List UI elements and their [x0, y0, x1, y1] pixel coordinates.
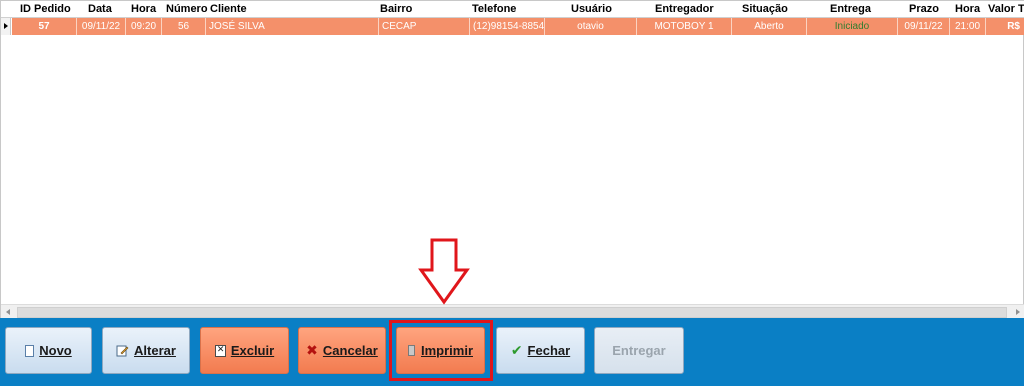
- col-header-telefone[interactable]: Telefone: [472, 1, 532, 18]
- cell-data[interactable]: 09/11/22: [77, 18, 126, 35]
- grid-header: ID Pedido Data Hora Número Cliente Bairr…: [1, 1, 1024, 18]
- entregar-label: Entregar: [612, 343, 666, 358]
- col-header-usuario[interactable]: Usuário: [571, 1, 621, 18]
- cancelar-label: Cancelar: [322, 343, 378, 358]
- row-pointer-icon: [4, 23, 8, 29]
- cell-situacao[interactable]: Aberto: [732, 18, 807, 35]
- cell-cliente[interactable]: JOSÉ SILVA: [206, 18, 379, 35]
- bottom-toolbar: Novo Alterar Excluir ✖ Cancelar Imprimir…: [0, 318, 1024, 386]
- col-header-numero[interactable]: Número: [166, 1, 208, 18]
- cell-hora[interactable]: 09:20: [126, 18, 162, 35]
- check-icon: ✔: [510, 342, 523, 358]
- delete-document-icon: [214, 344, 226, 357]
- row-indicator: [1, 18, 11, 35]
- cell-numero[interactable]: 56: [162, 18, 206, 35]
- col-header-data[interactable]: Data: [88, 1, 118, 18]
- cell-telefone[interactable]: (12)98154-8854: [470, 18, 545, 35]
- col-header-id-pedido[interactable]: ID Pedido: [20, 1, 74, 18]
- col-header-prazo[interactable]: Prazo: [909, 1, 949, 18]
- entregar-button[interactable]: Entregar: [594, 327, 684, 374]
- fechar-label: Fechar: [527, 343, 571, 358]
- fechar-button[interactable]: ✔ Fechar: [496, 327, 585, 374]
- cell-hora-prazo[interactable]: 21:00: [950, 18, 986, 35]
- col-header-bairro[interactable]: Bairro: [380, 1, 440, 18]
- x-icon: ✖: [306, 342, 318, 358]
- col-header-valor[interactable]: Valor T: [988, 1, 1024, 18]
- col-header-entrega[interactable]: Entrega: [830, 1, 880, 18]
- col-header-entregador[interactable]: Entregador: [655, 1, 725, 18]
- table-row[interactable]: 57 09/11/22 09:20 56 JOSÉ SILVA CECAP (1…: [1, 18, 1024, 35]
- cell-valor[interactable]: R$: [986, 18, 1024, 35]
- cell-bairro[interactable]: CECAP: [379, 18, 470, 35]
- cell-id-pedido[interactable]: 57: [12, 18, 77, 35]
- alterar-button[interactable]: Alterar: [102, 327, 190, 374]
- cancelar-button[interactable]: ✖ Cancelar: [298, 327, 386, 374]
- document-icon: [25, 344, 35, 357]
- horizontal-scrollbar[interactable]: [1, 304, 1024, 320]
- novo-label: Novo: [39, 343, 72, 358]
- novo-button[interactable]: Novo: [5, 327, 92, 374]
- alterar-label: Alterar: [134, 343, 176, 358]
- cell-entregador[interactable]: MOTOBOY 1: [637, 18, 732, 35]
- cell-usuario[interactable]: otavio: [545, 18, 637, 35]
- cell-prazo[interactable]: 09/11/22: [898, 18, 950, 35]
- excluir-button[interactable]: Excluir: [200, 327, 289, 374]
- orders-grid: ID Pedido Data Hora Número Cliente Bairr…: [0, 0, 1024, 320]
- col-header-situacao[interactable]: Situação: [742, 1, 792, 18]
- cell-entrega-status[interactable]: Iniciado: [807, 18, 898, 35]
- scrollbar-thumb[interactable]: [17, 307, 1007, 318]
- pencil-icon: [116, 345, 129, 357]
- col-header-hora[interactable]: Hora: [131, 1, 161, 18]
- col-header-hora-prazo[interactable]: Hora: [955, 1, 985, 18]
- col-header-cliente[interactable]: Cliente: [210, 1, 270, 18]
- imprimir-highlight-box: [389, 320, 493, 381]
- down-arrow-icon: [418, 238, 470, 305]
- excluir-label: Excluir: [230, 343, 275, 358]
